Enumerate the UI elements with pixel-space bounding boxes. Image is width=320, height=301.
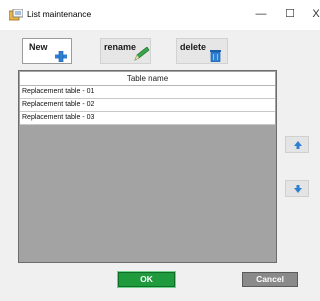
rename-button-label: rename [104, 42, 137, 52]
column-header-table-name[interactable]: Table name [20, 72, 275, 86]
table-row[interactable]: Replacement table - 02 [20, 99, 275, 112]
maximize-button[interactable]: ☐ [280, 5, 300, 23]
pencil-icon [134, 47, 150, 61]
trash-icon [210, 50, 221, 62]
arrow-up-icon [294, 141, 302, 149]
cancel-button[interactable]: Cancel [242, 272, 298, 287]
window-title: List maintenance [27, 9, 92, 19]
rename-button[interactable]: rename [100, 38, 151, 64]
table-row[interactable]: Replacement table - 01 [20, 86, 275, 99]
title-bar: List maintenance — ☐ X [0, 0, 320, 30]
app-icon [9, 9, 23, 21]
new-button-label: New [29, 42, 48, 52]
table-list[interactable]: Table name Replacement table - 01 Replac… [18, 70, 277, 263]
ok-button[interactable]: OK [118, 272, 175, 287]
minimize-button[interactable]: — [251, 5, 271, 23]
add-icon [55, 51, 67, 62]
delete-button-label: delete [180, 42, 207, 52]
move-up-button[interactable] [285, 136, 309, 153]
move-down-button[interactable] [285, 180, 309, 197]
close-button[interactable]: X [306, 5, 320, 23]
table-row[interactable]: Replacement table - 03 [20, 112, 275, 125]
new-button[interactable]: New [22, 38, 72, 64]
list-maintenance-window: List maintenance — ☐ X New rename delete… [0, 0, 320, 301]
delete-button[interactable]: delete [176, 38, 228, 64]
arrow-down-icon [294, 185, 302, 193]
